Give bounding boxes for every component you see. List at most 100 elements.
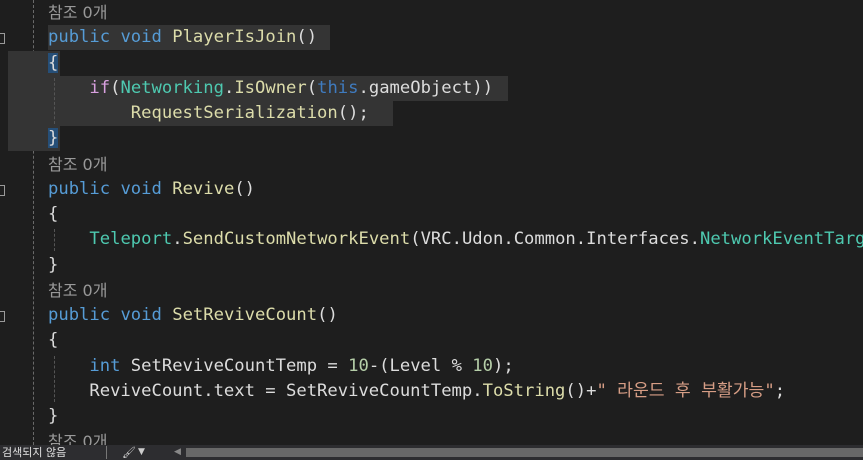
code-token: );: [493, 355, 514, 376]
fold-toggle-icon[interactable]: [0, 311, 5, 322]
code-line[interactable]: public void Revive(): [0, 177, 863, 202]
fold-toggle-icon[interactable]: [0, 33, 5, 45]
code-line[interactable]: }: [0, 253, 863, 278]
code-token: RequestSerialization: [130, 103, 338, 123]
fold-toggle-icon[interactable]: [0, 184, 5, 196]
status-bar: 검색되지 않음 🖌 ▼ ◀: [0, 445, 863, 460]
code-text: }: [48, 404, 58, 429]
code-token: }: [48, 254, 59, 275]
code-token: (): [296, 27, 318, 48]
code-text: public void PlayerIsJoin(): [48, 25, 317, 50]
code-token: public: [48, 305, 111, 325]
code-token: (: [306, 77, 318, 98]
code-token: -(Level %: [368, 355, 473, 376]
code-line[interactable]: RequestSerialization();: [0, 101, 863, 126]
code-text: public void SetReviveCount(): [48, 303, 338, 328]
code-token: {: [48, 52, 59, 73]
code-line[interactable]: int SetReviveCountTemp = 10-(Level % 10)…: [0, 354, 863, 379]
code-token: public: [48, 178, 111, 199]
reference-count-link[interactable]: 참조 0개: [48, 432, 107, 445]
code-token: ;: [774, 380, 786, 401]
code-token: " 라운드 후 부활가능": [596, 380, 775, 401]
codelens-references[interactable]: 참조 0개: [0, 0, 863, 25]
code-token: }: [48, 128, 59, 149]
code-line[interactable]: {: [0, 202, 863, 227]
code-token: Teleport: [89, 229, 173, 250]
code-text: 참조 0개: [48, 278, 107, 304]
code-line[interactable]: public void PlayerIsJoin(): [0, 25, 863, 50]
code-token: (): [317, 305, 338, 325]
code-token: PlayerIsJoin: [172, 27, 297, 48]
code-text: }: [48, 126, 59, 151]
code-line[interactable]: }: [0, 404, 863, 429]
code-token: (VRC.Udon.Common.Interfaces.: [410, 229, 700, 250]
code-token: (): [234, 178, 256, 199]
code-line[interactable]: {: [0, 51, 863, 76]
code-text: if(Networking.IsOwner(this.gameObject)): [48, 76, 493, 101]
code-text: RequestSerialization();: [48, 101, 369, 126]
code-line[interactable]: ReviveCount.text = SetReviveCountTemp.To…: [0, 379, 863, 404]
codelens-references[interactable]: 참조 0개: [0, 152, 863, 177]
divider: [106, 446, 107, 459]
code-token: .gameObject)): [358, 77, 494, 98]
code-token: NetworkEventTarget: [699, 229, 863, 250]
code-text: ReviveCount.text = SetReviveCountTemp.To…: [48, 379, 785, 404]
code-text: int SetReviveCountTemp = 10-(Level % 10)…: [48, 354, 514, 379]
code-text: {: [48, 202, 58, 227]
code-token: ToString: [482, 380, 566, 401]
code-text: 참조 0개: [48, 429, 107, 445]
code-token: }: [48, 406, 59, 426]
paintbrush-icon[interactable]: 🖌: [122, 445, 136, 460]
code-token: .: [223, 77, 235, 98]
code-token: public: [48, 27, 111, 48]
code-token: SetReviveCount: [172, 305, 318, 325]
code-text: public void Revive(): [48, 177, 255, 202]
code-token: int: [89, 355, 121, 376]
code-token: ReviveCount.text = SetReviveCountTemp.: [48, 380, 483, 401]
code-token: 10: [472, 355, 493, 376]
reference-count-link[interactable]: 참조 0개: [48, 3, 107, 22]
indent-guide: [54, 229, 55, 251]
chevron-down-icon[interactable]: ▼: [138, 445, 145, 460]
code-text: }: [48, 253, 58, 278]
codelens-references[interactable]: 참조 0개: [0, 429, 863, 445]
codelens-references[interactable]: 참조 0개: [0, 278, 863, 303]
code-token: if: [89, 77, 111, 98]
search-status: 검색되지 않음: [2, 446, 67, 459]
code-line[interactable]: {: [0, 328, 863, 353]
scroll-left-icon[interactable]: ◀: [174, 445, 181, 460]
code-token: ()+: [565, 380, 597, 401]
code-token: this: [317, 77, 359, 98]
horizontal-scrollbar[interactable]: [186, 448, 863, 457]
indent-guide: [54, 355, 55, 402]
code-editor[interactable]: 참조 0개 public void PlayerIsJoin(){ if(Netw…: [0, 0, 863, 445]
code-token: void: [120, 305, 162, 325]
code-token: {: [48, 330, 59, 351]
code-line[interactable]: public void SetReviveCount(): [0, 303, 863, 328]
code-token: ();: [337, 103, 369, 123]
code-text: {: [48, 51, 59, 76]
code-token: .: [172, 229, 183, 250]
reference-count-link[interactable]: 참조 0개: [48, 155, 107, 174]
code-token: SetReviveCountTemp =: [120, 355, 349, 376]
indent-guide: [54, 77, 55, 125]
code-text: 참조 0개: [48, 0, 107, 26]
reference-count-link[interactable]: 참조 0개: [48, 281, 107, 300]
code-line[interactable]: }: [0, 126, 863, 151]
code-line[interactable]: Teleport.SendCustomNetworkEvent(VRC.Udon…: [0, 227, 863, 252]
code-token: {: [48, 204, 59, 224]
code-token: void: [120, 27, 162, 48]
code-token: Revive: [172, 178, 235, 199]
code-token: SendCustomNetworkEvent: [182, 229, 411, 250]
code-token: IsOwner: [234, 77, 307, 98]
code-text: {: [48, 328, 58, 353]
code-token: Networking: [120, 77, 224, 98]
code-line[interactable]: if(Networking.IsOwner(this.gameObject)): [0, 76, 863, 101]
code-token: 10: [348, 355, 369, 376]
